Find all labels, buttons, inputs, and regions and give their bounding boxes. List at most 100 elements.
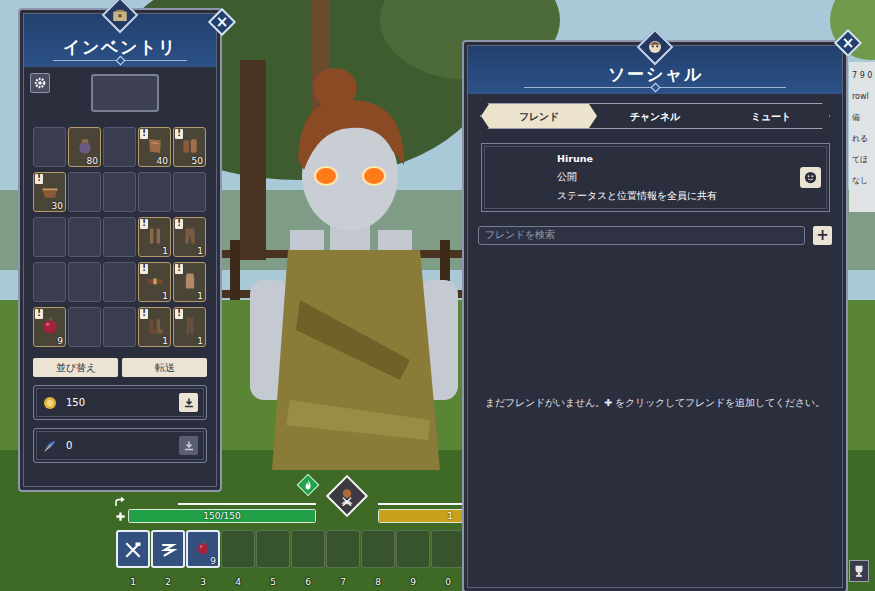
inventory-slot[interactable] (68, 172, 101, 212)
achievements-button[interactable] (849, 560, 869, 582)
hotbar-slot[interactable] (151, 530, 185, 568)
currency-row: 0 (33, 428, 207, 463)
add-friend-button[interactable]: + (813, 226, 832, 245)
shirt-icon (180, 271, 200, 291)
inventory-slot[interactable] (68, 307, 101, 347)
hotbar-slot[interactable] (431, 530, 465, 568)
inventory-slot[interactable] (103, 262, 136, 302)
health-bar-reading: 150/150 (129, 510, 315, 522)
inventory-slot[interactable] (68, 217, 101, 257)
inventory-slot[interactable]: 80 (68, 127, 101, 167)
deposit-button[interactable] (179, 436, 198, 455)
download-icon (183, 440, 195, 452)
currency-amount: 0 (66, 438, 171, 453)
hotbar-key: 2 (165, 577, 171, 587)
inventory-actions: 並び替え転送 (20, 358, 220, 377)
hud-line (178, 503, 316, 505)
item-count: 40 (157, 156, 170, 166)
hotbar: 12934567890 (116, 530, 465, 587)
settings-button[interactable] (30, 73, 50, 93)
inventory-slot[interactable] (33, 127, 66, 167)
inventory-slot[interactable] (103, 217, 136, 257)
inventory-slot[interactable]: !1 (173, 262, 206, 302)
item-count: 1 (162, 291, 170, 301)
hotbar-key: 0 (445, 577, 451, 587)
feather-icon (42, 438, 58, 454)
pouch-icon (75, 136, 95, 156)
friend-search-input[interactable] (478, 226, 805, 245)
close-label[interactable]: × (216, 15, 229, 30)
coin-icon (42, 395, 58, 411)
side-hud-text: てほ (852, 154, 875, 166)
stamina-bar-fill (379, 510, 467, 522)
health-plus-icon (115, 511, 126, 522)
new-badge: ! (140, 309, 148, 319)
hotbar-slot[interactable] (361, 530, 395, 568)
inventory-slot[interactable]: !30 (33, 172, 66, 212)
inventory-slot[interactable]: !50 (173, 127, 206, 167)
inventory-slot[interactable] (103, 307, 136, 347)
side-hud-text: 7 9 0 (852, 70, 875, 82)
new-badge: ! (175, 264, 183, 274)
hotbar-column: 6 (291, 530, 325, 587)
hotbar-slot[interactable] (396, 530, 430, 568)
social-tab[interactable]: ミュート (713, 104, 829, 128)
social-tab[interactable]: チャンネル (597, 104, 713, 128)
deposit-button[interactable] (179, 393, 198, 412)
inventory-slot[interactable]: !1 (173, 307, 206, 347)
hotbar-slot[interactable] (116, 530, 150, 568)
hotbar-slot[interactable]: 9 (186, 530, 220, 568)
friend-search-row: + (478, 226, 832, 245)
trophy-icon (852, 564, 866, 578)
hotbar-slot[interactable] (221, 530, 255, 568)
visibility-description: ステータスと位置情報を全員に共有 (557, 190, 800, 202)
chest-medallion (103, 0, 137, 32)
boots-icon (145, 316, 165, 336)
inventory-slot[interactable]: !40 (138, 127, 171, 167)
inventory-slot[interactable] (33, 217, 66, 257)
inventory-slot[interactable] (103, 172, 136, 212)
new-badge: ! (35, 309, 43, 319)
new-badge: ! (175, 309, 183, 319)
profile-info: Hirune公開ステータスと位置情報を全員に共有 (557, 153, 800, 202)
basket-icon (40, 181, 60, 201)
hotbar-slot[interactable] (291, 530, 325, 568)
inventory-slot[interactable] (68, 262, 101, 302)
social-tab[interactable]: フレンド (481, 104, 597, 128)
item-count: 9 (57, 336, 65, 346)
close-button[interactable]: × (209, 9, 235, 35)
inventory-slot[interactable]: !1 (138, 217, 171, 257)
pants-icon (180, 226, 200, 246)
inventory-window: インベントリ×80!40!50!30!1!1!1!1!9!1!1並び替え転送15… (18, 8, 222, 492)
sort-button[interactable]: 並び替え (33, 358, 118, 377)
smiley-icon (803, 170, 818, 185)
visibility-label: 公開 (557, 171, 800, 183)
inventory-slot[interactable] (173, 172, 206, 212)
inventory-slot[interactable] (138, 172, 171, 212)
inventory-slot[interactable]: !9 (33, 307, 66, 347)
inventory-slot[interactable]: !1 (138, 262, 171, 302)
new-badge: ! (140, 264, 148, 274)
inventory-slot[interactable]: !1 (173, 217, 206, 257)
hotbar-slot[interactable] (326, 530, 360, 568)
transfer-button[interactable]: 転送 (122, 358, 207, 377)
side-hud-panel: 7 9 0rowl備れるてほなし (849, 62, 875, 212)
header-ornament (53, 60, 187, 61)
new-badge: ! (175, 219, 183, 229)
inventory-slot[interactable]: !1 (138, 307, 171, 347)
hotbar-key: 1 (130, 577, 136, 587)
close-button[interactable]: × (835, 30, 861, 56)
inventory-slot[interactable] (103, 127, 136, 167)
emote-button[interactable] (800, 167, 821, 188)
item-count: 1 (197, 336, 205, 346)
stamina-bar-reading: 1 (379, 510, 467, 522)
hotbar-column: 0 (431, 530, 465, 587)
chest-icon (111, 6, 129, 24)
item-count: 1 (162, 336, 170, 346)
inventory-slot[interactable] (33, 262, 66, 302)
empty-state: まだフレンドがいません。✚ をクリックしてフレンドを追加してください。 (464, 245, 846, 591)
close-label[interactable]: × (842, 36, 855, 51)
social-tabs: フレンドチャンネルミュート (480, 103, 830, 129)
hotbar-key: 6 (305, 577, 311, 587)
hotbar-slot[interactable] (256, 530, 290, 568)
